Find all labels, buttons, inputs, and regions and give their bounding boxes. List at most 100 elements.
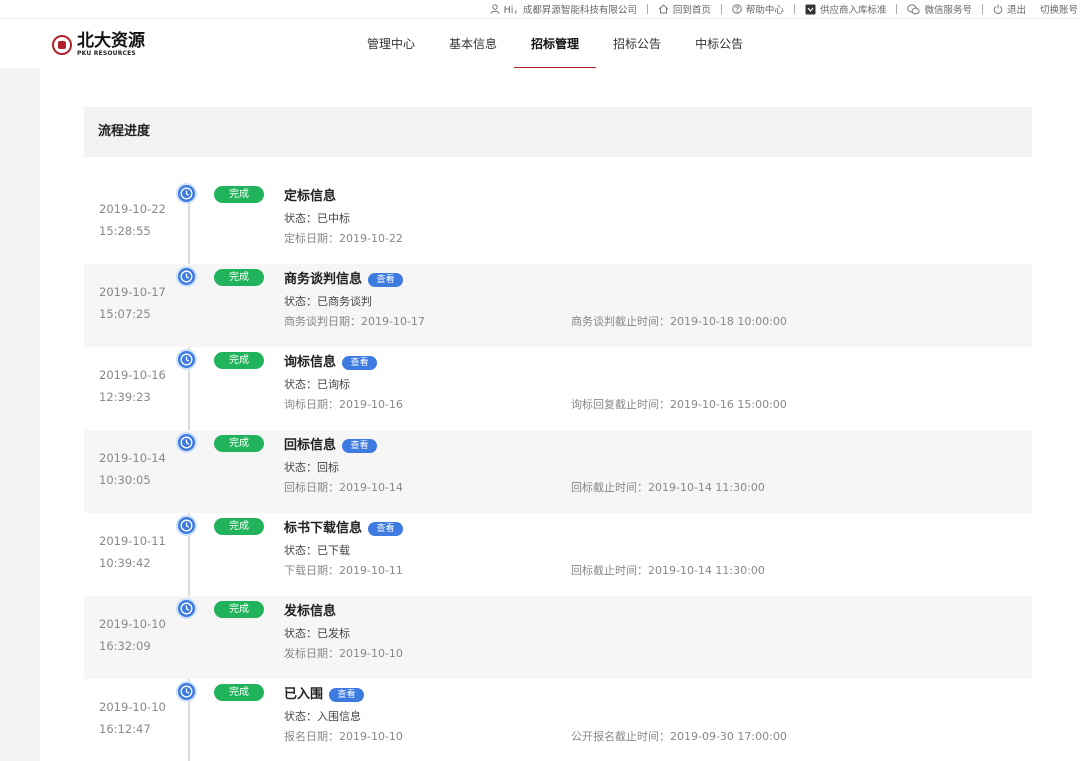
top-utility-links: Hi，成都昇源智能科技有限公司 回到首页 帮助中心 供应商入库标准 微信服务号 … xyxy=(490,2,1078,16)
step-status: 状态：入围信息 xyxy=(284,710,361,723)
timeline-datetime: 2019-10-14 10:30:05 xyxy=(99,447,166,491)
wechat-icon xyxy=(907,3,921,15)
timeline-row: 2019-10-22 15:28:55 完成 定标信息 状态：已中标 定标日期：… xyxy=(84,181,1032,264)
step-date: 定标日期：2019-10-22 xyxy=(284,232,403,245)
clock-icon xyxy=(176,598,197,619)
timeline-date: 2019-10-16 xyxy=(99,368,166,382)
view-button[interactable]: 查看 xyxy=(368,522,404,536)
nav-item-award-notice[interactable]: 中标公告 xyxy=(678,19,760,69)
clock-icon xyxy=(176,681,197,702)
timeline-date: 2019-10-22 xyxy=(99,202,166,216)
step-date: 下载日期：2019-10-11 xyxy=(284,564,403,577)
step-deadline: 回标截止时间：2019-10-14 11:30:00 xyxy=(571,564,765,577)
step-status: 状态：已中标 xyxy=(284,212,350,225)
nav-item-management-center[interactable]: 管理中心 xyxy=(350,19,432,69)
step-title: 回标信息 查看 xyxy=(284,436,378,456)
user-greeting: Hi，成都昇源智能科技有限公司 xyxy=(490,2,637,16)
view-button[interactable]: 查看 xyxy=(342,356,378,370)
step-title-text: 商务谈判信息 xyxy=(284,272,363,287)
step-title-text: 发标信息 xyxy=(284,604,337,619)
home-link-text: 回到首页 xyxy=(672,5,711,16)
divider xyxy=(981,4,983,14)
step-title-text: 询标信息 xyxy=(284,355,337,370)
status-badge-done: 完成 xyxy=(214,684,264,701)
step-title: 询标信息 查看 xyxy=(284,353,378,373)
step-title: 定标信息 xyxy=(284,187,336,207)
step-title-text: 回标信息 xyxy=(284,438,337,453)
section-header: 流程进度 xyxy=(84,107,1032,157)
clock-icon xyxy=(176,515,197,536)
timeline-row: 2019-10-10 16:12:47 完成 已入围 查看 状态：入围信息 报名… xyxy=(84,679,1032,761)
step-status: 状态：已询标 xyxy=(284,378,350,391)
view-button[interactable]: 查看 xyxy=(342,439,378,453)
divider xyxy=(896,4,898,14)
divider xyxy=(793,4,795,14)
user-greeting-text: Hi，成都昇源智能科技有限公司 xyxy=(503,5,637,16)
top-utility-bar: Hi，成都昇源智能科技有限公司 回到首页 帮助中心 供应商入库标准 微信服务号 … xyxy=(0,0,1080,18)
home-icon xyxy=(658,4,669,14)
timeline-datetime: 2019-10-22 15:28:55 xyxy=(99,198,166,242)
nav-item-basic-info[interactable]: 基本信息 xyxy=(432,19,514,69)
logo-text: 北大资源 PKU RESOURCES xyxy=(77,33,145,57)
help-icon xyxy=(732,4,742,14)
timeline-row: 2019-10-17 15:07:25 完成 商务谈判信息 查看 状态：已商务谈… xyxy=(84,264,1032,347)
nav-item-tender-management[interactable]: 招标管理 xyxy=(514,19,597,69)
timeline-date: 2019-10-10 xyxy=(99,617,166,631)
timeline-time: 16:32:09 xyxy=(99,639,151,653)
divider xyxy=(720,4,722,14)
logo-en: PKU RESOURCES xyxy=(77,50,136,57)
supplier-standard-link[interactable]: 供应商入库标准 xyxy=(805,2,887,16)
timeline-datetime: 2019-10-17 15:07:25 xyxy=(99,281,166,325)
main-header: 北大资源 PKU RESOURCES 管理中心 基本信息 招标管理 招标公告 中… xyxy=(0,18,1080,69)
step-date: 报名日期：2019-10-10 xyxy=(284,730,403,743)
timeline-time: 12:39:23 xyxy=(99,390,151,404)
switch-account-link[interactable]: 切换账号 xyxy=(1040,2,1078,16)
step-title: 发标信息 xyxy=(284,602,336,622)
step-date: 回标日期：2019-10-14 xyxy=(284,481,403,494)
timeline-time: 10:30:05 xyxy=(99,473,151,487)
step-date: 询标日期：2019-10-16 xyxy=(284,398,403,411)
clock-icon xyxy=(176,349,197,370)
switch-account-text: 切换账号 xyxy=(1039,5,1078,16)
timeline-date: 2019-10-10 xyxy=(99,700,166,714)
help-link[interactable]: 帮助中心 xyxy=(732,2,784,16)
timeline-datetime: 2019-10-10 16:12:47 xyxy=(99,696,166,740)
main-nav: 管理中心 基本信息 招标管理 招标公告 中标公告 xyxy=(350,19,760,69)
brand-logo[interactable]: 北大资源 PKU RESOURCES xyxy=(52,33,145,57)
section-title: 流程进度 xyxy=(98,124,151,139)
timeline-date: 2019-10-11 xyxy=(99,534,166,548)
timeline-time: 10:39:42 xyxy=(99,556,151,570)
clock-icon xyxy=(176,183,197,204)
timeline-date: 2019-10-14 xyxy=(99,451,166,465)
timeline-time: 15:07:25 xyxy=(99,307,151,321)
view-button[interactable]: 查看 xyxy=(368,273,404,287)
step-status: 状态：已下载 xyxy=(284,544,350,557)
status-badge-done: 完成 xyxy=(214,352,264,369)
logout-link-text: 退出 xyxy=(1006,5,1026,16)
timeline-row: 2019-10-16 12:39:23 完成 询标信息 查看 状态：已询标 询标… xyxy=(84,347,1032,430)
step-deadline: 询标回复截止时间：2019-10-16 15:00:00 xyxy=(571,398,787,411)
timeline-datetime: 2019-10-16 12:39:23 xyxy=(99,364,166,408)
step-title: 已入围 查看 xyxy=(284,685,365,705)
step-title-text: 定标信息 xyxy=(284,189,337,204)
nav-item-tender-notice[interactable]: 招标公告 xyxy=(596,19,678,69)
timeline-time: 15:28:55 xyxy=(99,224,151,238)
view-button[interactable]: 查看 xyxy=(329,688,365,702)
timeline-row: 2019-10-10 16:32:09 完成 发标信息 状态：已发标 发标日期：… xyxy=(84,596,1032,679)
timeline-datetime: 2019-10-11 10:39:42 xyxy=(99,530,166,574)
logout-link[interactable]: 退出 xyxy=(993,2,1026,16)
timeline-date: 2019-10-17 xyxy=(99,285,166,299)
home-link[interactable]: 回到首页 xyxy=(658,2,711,16)
power-icon xyxy=(993,4,1003,14)
supplier-standard-text: 供应商入库标准 xyxy=(819,5,887,16)
step-title-text: 标书下载信息 xyxy=(284,521,363,536)
clock-icon xyxy=(176,266,197,287)
wechat-link[interactable]: 微信服务号 xyxy=(907,2,972,16)
status-badge-done: 完成 xyxy=(214,518,264,535)
step-title: 标书下载信息 查看 xyxy=(284,519,404,539)
content-panel: 流程进度 2019-10-22 15:28:55 完成 定标信息 状态：已中标 … xyxy=(40,68,1080,761)
step-date: 商务谈判日期：2019-10-17 xyxy=(284,315,425,328)
step-status: 状态：已商务谈判 xyxy=(284,295,372,308)
wechat-link-text: 微信服务号 xyxy=(924,5,972,16)
status-badge-done: 完成 xyxy=(214,601,264,618)
